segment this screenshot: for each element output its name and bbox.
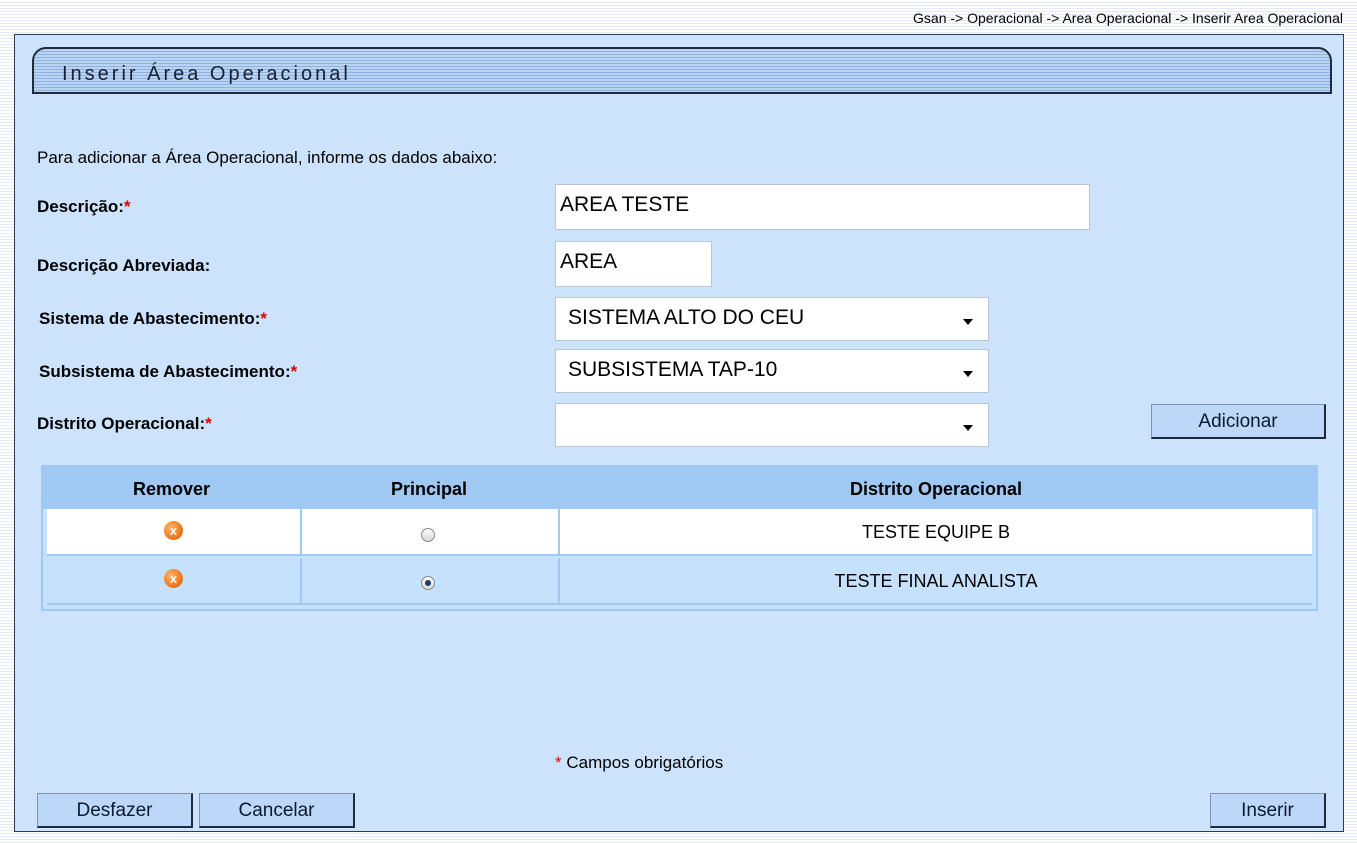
distrito-select[interactable] bbox=[555, 403, 989, 447]
distrito-cell: TESTE FINAL ANALISTA bbox=[558, 558, 1312, 603]
sistema-selected-value: SISTEMA ALTO DO CEU bbox=[568, 306, 805, 329]
distrito-name: TESTE EQUIPE B bbox=[861, 522, 1011, 542]
intro-text: Para adicionar a Área Operacional, infor… bbox=[37, 148, 498, 167]
subsistema-selected-value: SUBSISTEMA TAP-10 bbox=[568, 358, 778, 381]
required-marker: * bbox=[260, 309, 268, 328]
column-header-principal: Principal bbox=[390, 479, 468, 499]
descricao-abreviada-input[interactable]: AREA bbox=[555, 241, 712, 287]
chevron-down-icon bbox=[963, 371, 973, 377]
principal-radio[interactable] bbox=[421, 528, 435, 542]
cancelar-button[interactable]: Cancelar bbox=[199, 793, 355, 828]
page-title: Inserir Área Operacional bbox=[62, 63, 351, 85]
breadcrumb: Gsan -> Operacional -> Area Operacional … bbox=[913, 10, 1343, 26]
table-row: x TESTE EQUIPE B bbox=[47, 509, 1312, 556]
sistema-label: Sistema de Abastecimento:* bbox=[39, 309, 268, 328]
chevron-down-icon bbox=[963, 425, 973, 431]
title-tab: Inserir Área Operacional bbox=[32, 47, 1332, 94]
remover-cell: x bbox=[47, 509, 300, 554]
descricao-abreviada-label: Descrição Abreviada: bbox=[37, 256, 211, 275]
descricao-label: Descrição:* bbox=[37, 197, 131, 216]
subsistema-select[interactable]: SUBSISTEMA TAP-10 bbox=[555, 349, 989, 393]
desfazer-button[interactable]: Desfazer bbox=[37, 793, 193, 828]
column-header-distrito: Distrito Operacional bbox=[849, 479, 1023, 499]
remove-icon[interactable]: x bbox=[164, 569, 183, 588]
required-marker: * bbox=[123, 197, 131, 216]
principal-cell bbox=[300, 558, 558, 603]
principal-cell bbox=[300, 509, 558, 554]
main-panel: Inserir Área Operacional Para adicionar … bbox=[14, 34, 1344, 832]
column-header-remover: Remover bbox=[132, 479, 211, 499]
mandatory-note: * Campos obrigatórios bbox=[555, 753, 723, 773]
distritos-table: Remover Principal Distrito Operacional x… bbox=[41, 465, 1318, 611]
principal-radio[interactable] bbox=[421, 576, 435, 590]
remove-icon[interactable]: x bbox=[164, 521, 183, 540]
subsistema-label: Subsistema de Abastecimento:* bbox=[39, 362, 298, 381]
table-header: Remover Principal Distrito Operacional bbox=[43, 467, 1316, 509]
distrito-label: Distrito Operacional:* bbox=[37, 414, 212, 433]
distrito-name: TESTE FINAL ANALISTA bbox=[834, 571, 1038, 591]
descricao-input[interactable]: AREA TESTE bbox=[555, 184, 1090, 230]
required-marker: * bbox=[290, 362, 298, 381]
chevron-down-icon bbox=[963, 319, 973, 325]
remover-cell: x bbox=[47, 558, 300, 603]
distrito-cell: TESTE EQUIPE B bbox=[558, 509, 1312, 554]
required-marker: * bbox=[205, 414, 212, 433]
sistema-select[interactable]: SISTEMA ALTO DO CEU bbox=[555, 297, 989, 341]
inserir-button[interactable]: Inserir bbox=[1210, 793, 1326, 828]
required-marker: * bbox=[555, 753, 562, 772]
adicionar-button[interactable]: Adicionar bbox=[1151, 404, 1326, 439]
mandatory-note-text: Campos obrigatórios bbox=[566, 753, 724, 772]
table-row: x TESTE FINAL ANALISTA bbox=[47, 558, 1312, 605]
